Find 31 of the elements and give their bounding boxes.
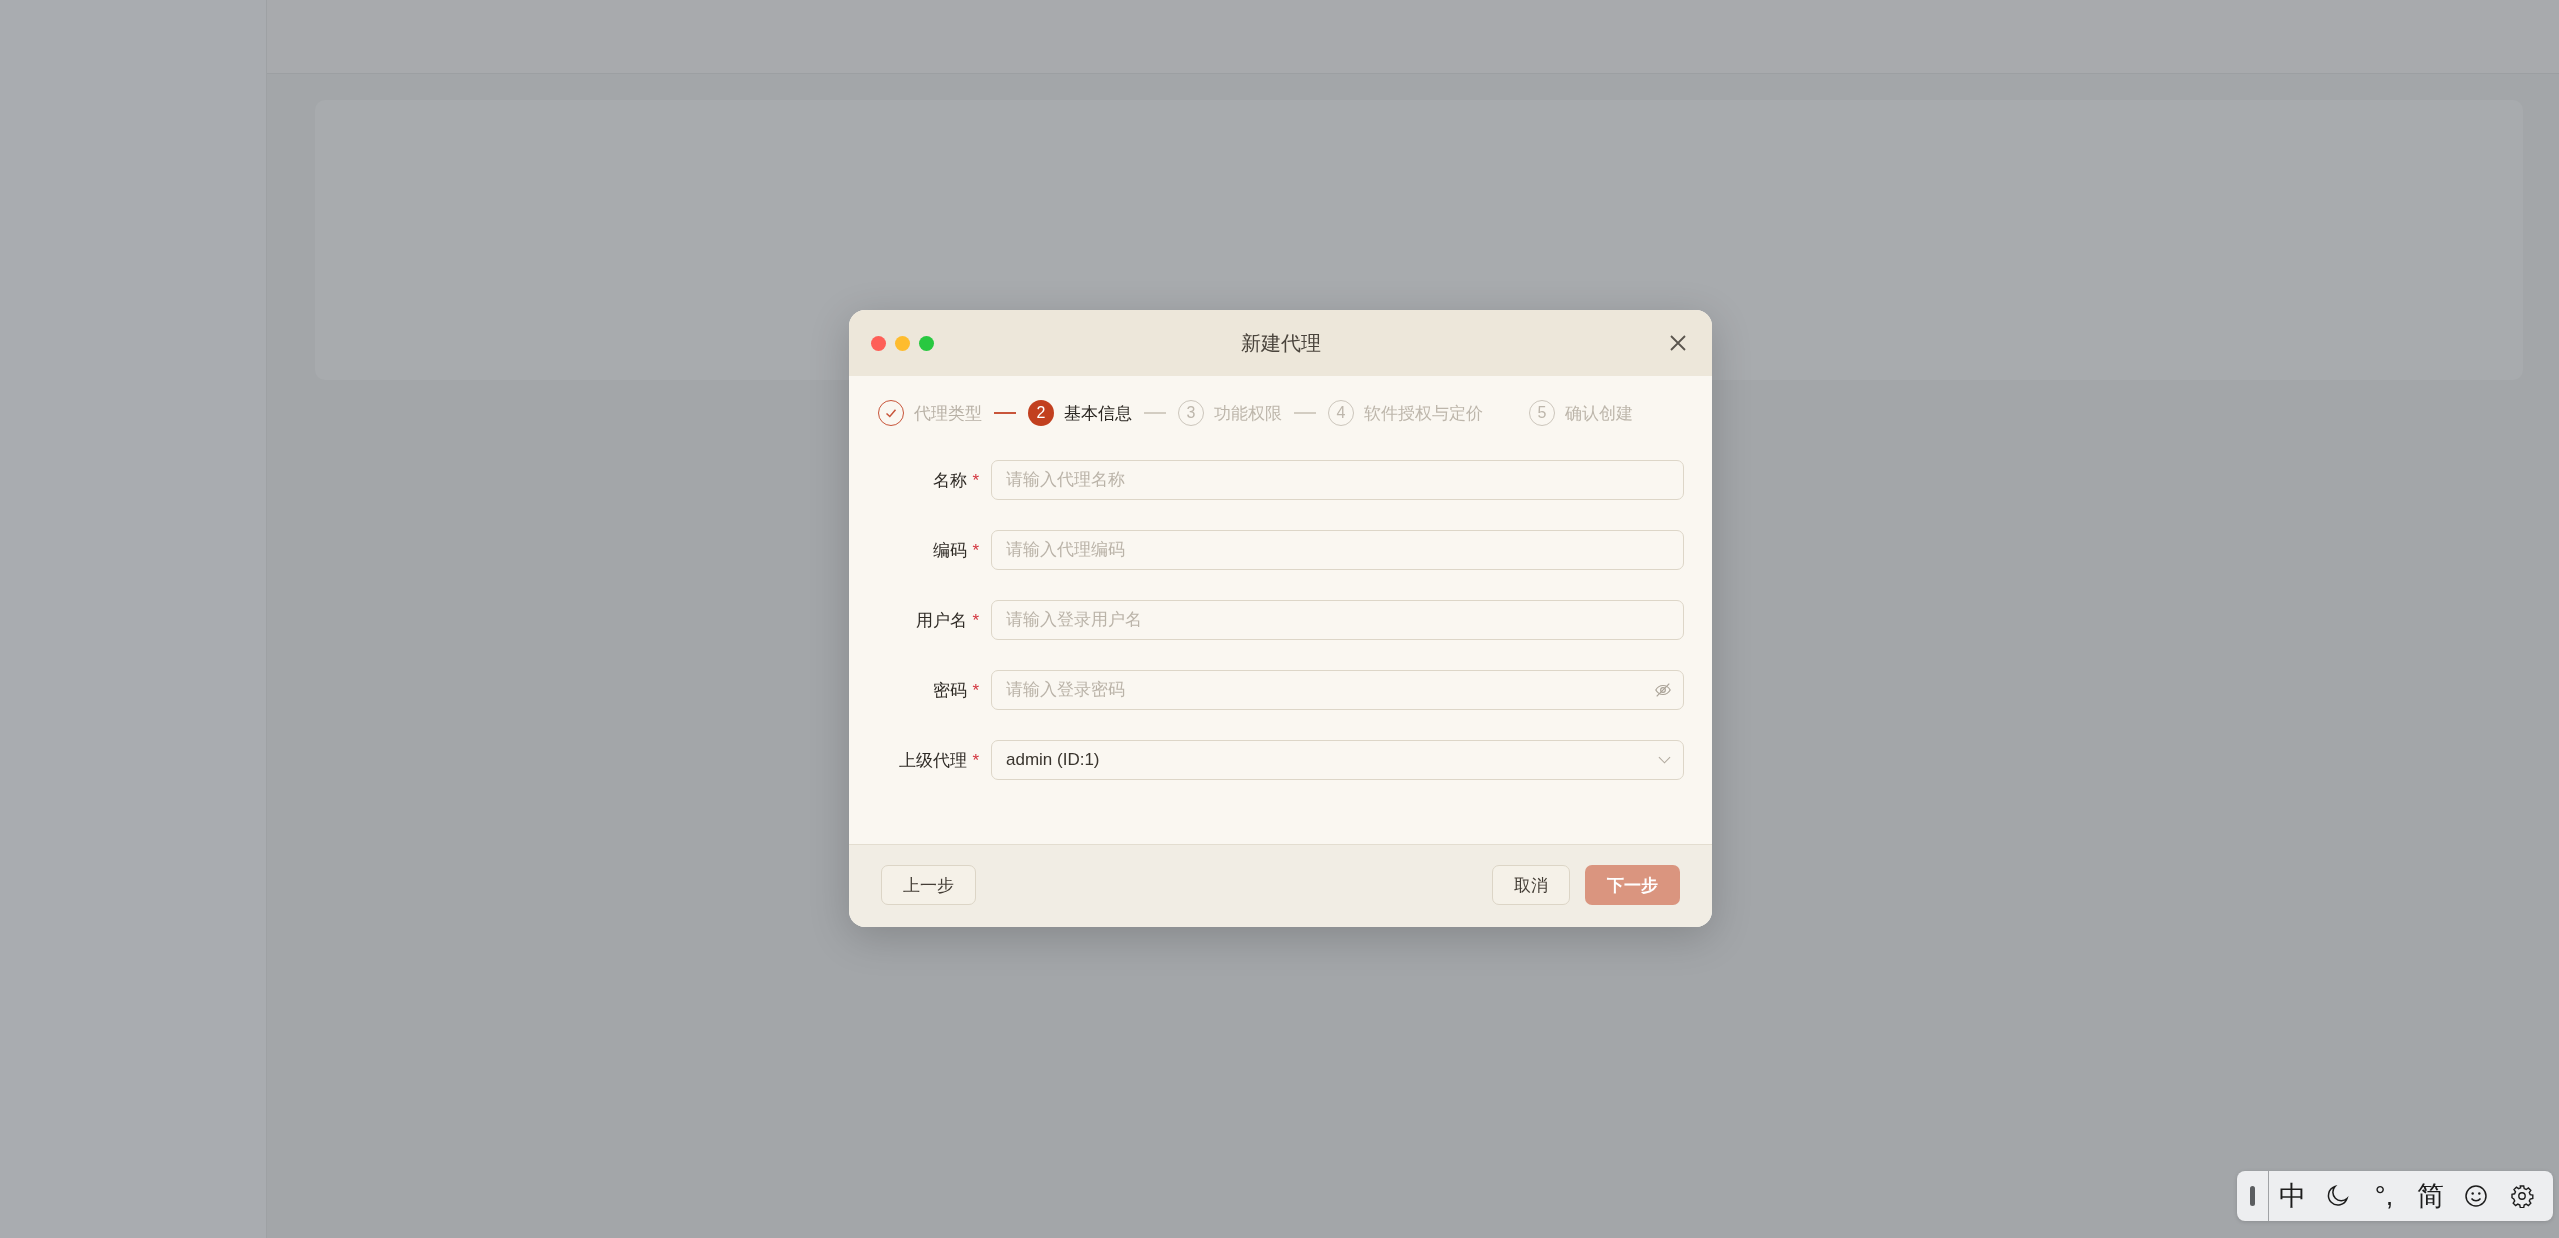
input-mode-toggle[interactable]: 中 (2269, 1178, 2315, 1214)
field-label: 用户名 (916, 610, 968, 630)
field-label: 名称 (933, 470, 968, 490)
required-asterisk: * (972, 610, 979, 630)
field-label: 密码 (933, 680, 968, 700)
step-label: 代理类型 (914, 402, 982, 425)
input-field[interactable]: 请输入代理编码 (991, 530, 1684, 570)
step-label: 确认创建 (1565, 402, 1633, 425)
input-field[interactable]: 请输入登录用户名 (991, 600, 1684, 640)
smiley-icon[interactable] (2464, 1184, 2488, 1208)
script-toggle[interactable]: 简 (2407, 1178, 2453, 1214)
punctuation-toggle[interactable]: °, (2361, 1180, 2407, 1212)
moon-icon[interactable] (2326, 1184, 2350, 1208)
required-asterisk: * (972, 750, 979, 770)
required-asterisk: * (972, 680, 979, 700)
select-field[interactable]: admin (ID:1) (991, 740, 1684, 780)
back-button[interactable]: 上一步 (881, 865, 976, 905)
required-asterisk: * (972, 470, 979, 490)
dialog-title: 新建代理 (1240, 330, 1321, 356)
step-label: 软件授权与定价 (1364, 402, 1483, 425)
step-number: 2 (1028, 400, 1054, 426)
step-label: 功能权限 (1214, 402, 1282, 425)
required-asterisk: * (972, 540, 979, 560)
input-field[interactable]: 请输入代理名称 (991, 460, 1684, 500)
cancel-button[interactable]: 取消 (1492, 865, 1570, 905)
settings-icon[interactable] (2510, 1184, 2534, 1208)
field-label: 上级代理 (899, 750, 968, 770)
password-field[interactable]: 请输入登录密码 (991, 670, 1684, 710)
chevron-down-icon (1658, 756, 1671, 764)
field-label: 编码 (933, 540, 968, 560)
step-label: 基本信息 (1064, 402, 1132, 425)
